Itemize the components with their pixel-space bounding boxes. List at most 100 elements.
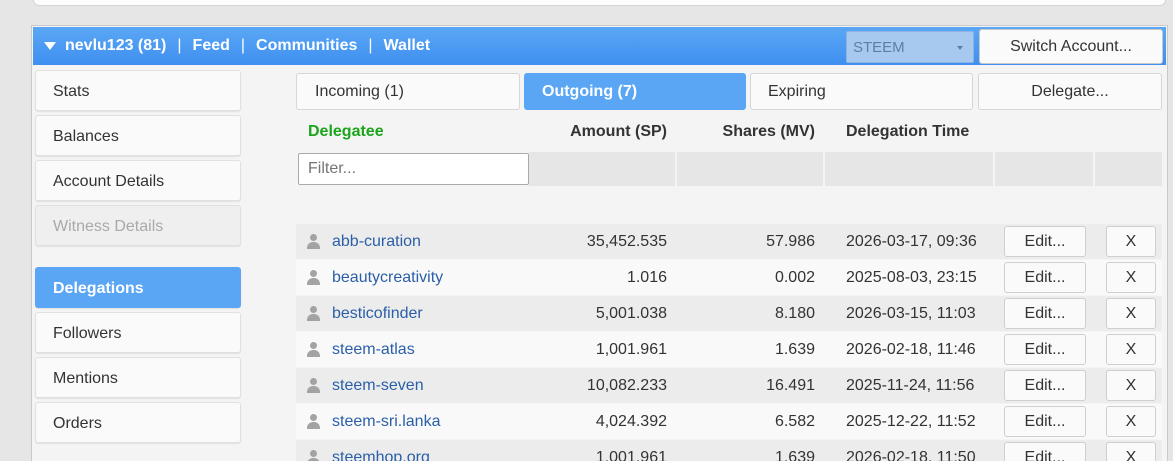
shares-cell: 8.180 <box>774 304 815 322</box>
table-row: steem-atlas 1,001.961 1.639 2026-02-18, 11:… <box>296 332 1162 367</box>
user-icon <box>306 342 321 357</box>
delegatee-link[interactable]: beautycreativity <box>332 269 443 287</box>
delegatee-cell: steemhop.org <box>306 440 430 461</box>
user-icon <box>306 450 321 461</box>
sidebar-item-account-details[interactable]: Account Details <box>35 160 241 201</box>
edit-button[interactable]: Edit... <box>1004 370 1086 401</box>
table-row: steem-seven 10,082.233 16.491 2025-11-24, 1… <box>296 368 1162 403</box>
remove-button[interactable]: X <box>1106 262 1156 293</box>
shares-cell: 57.986 <box>766 232 815 250</box>
sidebar-item-balances[interactable]: Balances <box>35 115 241 156</box>
nav-communities[interactable]: Communities <box>256 37 357 55</box>
remove-button[interactable]: X <box>1106 442 1156 461</box>
sidebar-item-delegations[interactable]: Delegations <box>35 267 241 308</box>
user-icon <box>306 378 321 393</box>
edit-button[interactable]: Edit... <box>1004 442 1086 461</box>
shares-cell: 6.582 <box>774 412 815 430</box>
nav-wallet[interactable]: Wallet <box>384 37 431 55</box>
column-header-amount[interactable]: Amount (SP) <box>570 116 667 148</box>
delegatee-link[interactable]: abb-curation <box>332 233 421 251</box>
amount-cell: 1.016 <box>626 268 667 286</box>
shares-cell: 1.639 <box>774 448 815 461</box>
tab-expiring[interactable]: Expiring <box>750 73 973 110</box>
delegatee-link[interactable]: besticofinder <box>332 305 423 323</box>
shares-cell: 0.002 <box>774 268 815 286</box>
nav-separator: | <box>368 37 373 54</box>
sidebar-item-orders[interactable]: Orders <box>35 402 241 443</box>
delegation-time-cell: 2026-03-15, 11:03 <box>846 304 976 322</box>
top-card-edge <box>33 0 1166 6</box>
sidebar-item-stats[interactable]: Stats <box>35 70 241 111</box>
delegatee-link[interactable]: steem-atlas <box>332 341 415 359</box>
amount-cell: 5,001.038 <box>595 304 667 322</box>
delegatee-link[interactable]: steemhop.org <box>332 449 430 461</box>
delegatee-link[interactable]: steem-sri.lanka <box>332 413 440 431</box>
remove-button[interactable]: X <box>1106 406 1156 437</box>
column-header-time[interactable]: Delegation Time <box>846 116 969 148</box>
user-icon <box>306 414 321 429</box>
delegation-tabs: Incoming (1) Outgoing (7) Expiring Deleg… <box>296 73 1162 110</box>
user-icon <box>306 306 321 321</box>
remove-button[interactable]: X <box>1106 334 1156 365</box>
delegatee-cell: steem-atlas <box>306 332 415 367</box>
shares-cell: 1.639 <box>774 340 815 358</box>
delegatee-cell: steem-sri.lanka <box>306 404 440 439</box>
amount-cell: 4,024.392 <box>595 412 667 430</box>
edit-button[interactable]: Edit... <box>1004 262 1086 293</box>
column-header-shares[interactable]: Shares (MV) <box>723 116 815 148</box>
delegation-time-cell: 2025-11-24, 11:56 <box>846 376 975 394</box>
nav-feed[interactable]: Feed <box>193 37 230 55</box>
edit-button[interactable]: Edit... <box>1004 406 1086 437</box>
remove-button[interactable]: X <box>1106 226 1156 257</box>
edit-button[interactable]: Edit... <box>1004 298 1086 329</box>
filter-cell <box>529 152 675 186</box>
sidebar-item-followers[interactable]: Followers <box>35 312 241 353</box>
tab-outgoing[interactable]: Outgoing (7) <box>524 73 746 110</box>
filter-cell <box>825 152 993 186</box>
amount-cell: 1,001.961 <box>595 448 667 461</box>
sidebar: Stats Balances Account Details Witness D… <box>35 70 241 447</box>
delegatee-cell: beautycreativity <box>306 260 443 295</box>
table-row: steemhop.org 1,001.961 1.639 2026-02-18, 11… <box>296 440 1162 461</box>
sidebar-item-mentions[interactable]: Mentions <box>35 357 241 398</box>
column-header-delegatee[interactable]: Delegatee <box>308 116 384 148</box>
chevron-down-icon <box>957 46 963 50</box>
delegation-time-cell: 2025-08-03, 23:15 <box>846 268 977 286</box>
edit-button[interactable]: Edit... <box>1004 226 1086 257</box>
delegatee-link[interactable]: steem-seven <box>332 377 424 395</box>
nav-separator: | <box>240 37 246 54</box>
delegate-button[interactable]: Delegate... <box>978 73 1162 110</box>
account-bar: nevlu123 (81) | Feed | Communities | Wal… <box>33 27 1166 65</box>
delegation-time-cell: 2026-03-17, 09:36 <box>846 232 977 250</box>
delegatee-cell: abb-curation <box>306 224 421 259</box>
remove-button[interactable]: X <box>1106 298 1156 329</box>
sidebar-item-witness-details: Witness Details <box>35 205 241 246</box>
table-row: steem-sri.lanka 4,024.392 6.582 2025-12-22,… <box>296 404 1162 439</box>
remove-button[interactable]: X <box>1106 370 1156 401</box>
table-row: besticofinder 5,001.038 8.180 2026-03-15, 1… <box>296 296 1162 331</box>
amount-cell: 10,082.233 <box>586 376 667 394</box>
amount-cell: 35,452.535 <box>586 232 667 250</box>
delegation-time-cell: 2025-12-22, 11:52 <box>846 412 976 430</box>
shares-cell: 16.491 <box>766 376 815 394</box>
nav-separator: | <box>177 37 182 54</box>
token-select-value: STEEM <box>853 39 905 56</box>
filter-cell <box>995 152 1093 186</box>
filter-input[interactable] <box>298 153 529 185</box>
table-row: beautycreativity 1.016 0.002 2025-08-03, 23… <box>296 260 1162 295</box>
user-icon <box>306 270 321 285</box>
account-name[interactable]: nevlu123 (81) <box>65 37 166 55</box>
tab-incoming[interactable]: Incoming (1) <box>296 73 520 110</box>
delegation-time-cell: 2026-02-18, 11:46 <box>846 340 976 358</box>
edit-button[interactable]: Edit... <box>1004 334 1086 365</box>
wallet-panel: nevlu123 (81) | Feed | Communities | Wal… <box>31 25 1168 461</box>
token-select[interactable]: STEEM <box>846 31 974 63</box>
delegatee-cell: steem-seven <box>306 368 424 403</box>
delegatee-cell: besticofinder <box>306 296 423 331</box>
filter-cell <box>1095 152 1162 186</box>
switch-account-button[interactable]: Switch Account... <box>979 29 1163 64</box>
delegation-time-cell: 2026-02-18, 11:50 <box>846 448 976 461</box>
filter-cell <box>677 152 823 186</box>
amount-cell: 1,001.961 <box>595 340 667 358</box>
dropdown-triangle-icon[interactable] <box>44 42 56 50</box>
